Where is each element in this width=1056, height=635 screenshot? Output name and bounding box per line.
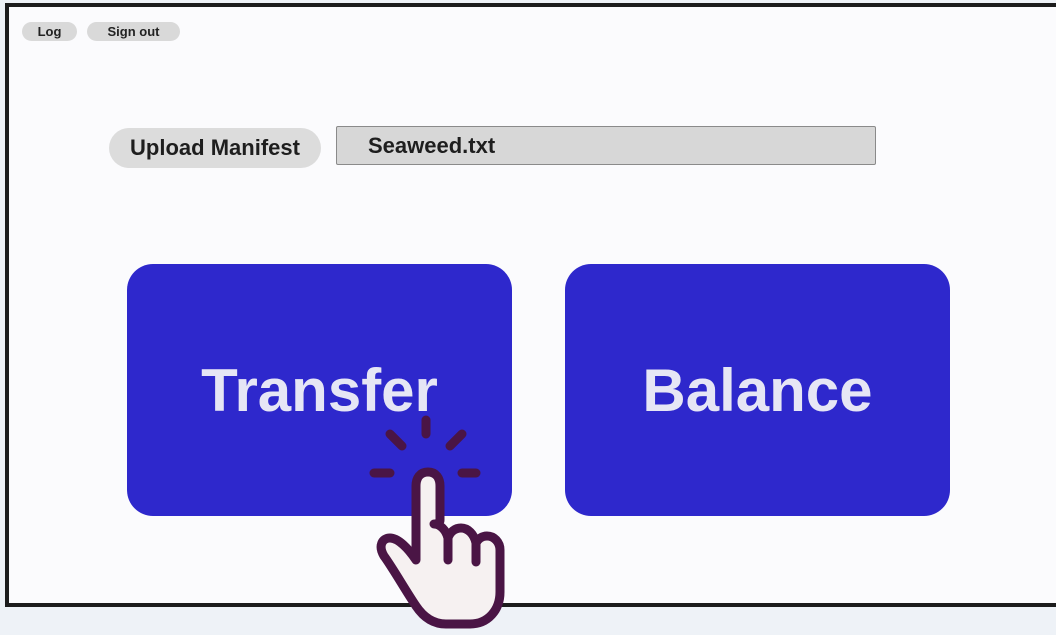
log-button[interactable]: Log: [22, 22, 77, 41]
transfer-button[interactable]: Transfer: [127, 264, 512, 516]
manifest-file-field[interactable]: Seaweed.txt: [336, 126, 876, 165]
upload-manifest-button[interactable]: Upload Manifest: [109, 128, 321, 168]
balance-button[interactable]: Balance: [565, 264, 950, 516]
sign-out-button[interactable]: Sign out: [87, 22, 180, 41]
app-window: Log Sign out Upload Manifest Seaweed.txt…: [5, 3, 1056, 607]
